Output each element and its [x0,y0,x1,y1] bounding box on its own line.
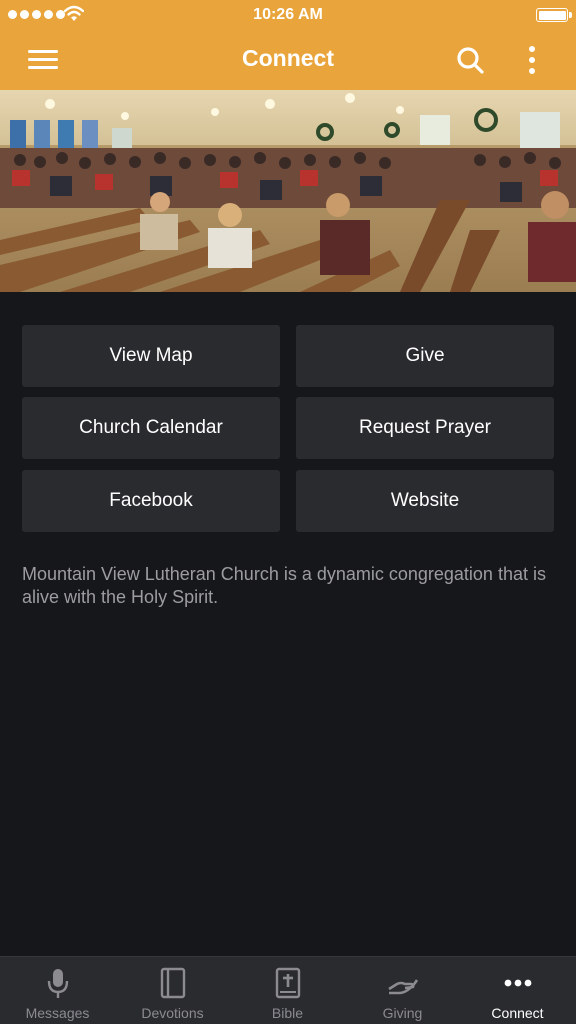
tab-label: Messages [25,1005,90,1021]
book-icon [160,967,185,999]
tab-label: Connect [491,1005,544,1021]
tab-bible[interactable]: Bible [230,957,345,1024]
more-dots-icon [504,979,531,987]
request-prayer-button[interactable]: Request Prayer [296,397,554,459]
church-calendar-button[interactable]: Church Calendar [22,397,280,459]
tab-giving[interactable]: Giving [345,957,460,1024]
microphone-icon [47,969,68,998]
more-vertical-icon[interactable] [520,40,544,80]
bottom-tab-bar: Messages Devotions Bible Giving Connect [0,956,576,1024]
give-button[interactable]: Give [296,325,554,387]
tab-label: Giving [382,1005,423,1021]
menu-icon[interactable] [22,44,62,76]
tab-messages[interactable]: Messages [0,957,115,1024]
search-icon[interactable] [452,42,488,78]
status-time: 10:26 AM [253,6,323,23]
tab-connect[interactable]: Connect [460,957,575,1024]
church-congregation-photo [0,90,576,292]
battery-icon [536,8,572,22]
top-app-bar: Connect [0,30,576,90]
website-button[interactable]: Website [296,470,554,532]
app: 10:26 AM Connect View Map Give Church Ca… [0,0,576,1024]
tab-label: Devotions [141,1005,204,1021]
status-bar: 10:26 AM [0,0,576,30]
view-map-button[interactable]: View Map [22,325,280,387]
tab-label: Bible [271,1005,304,1021]
church-description: Mountain View Lutheran Church is a dynam… [22,564,546,607]
facebook-button[interactable]: Facebook [22,470,280,532]
giving-hand-icon [387,979,418,995]
bible-icon [275,967,300,999]
page-title: Connect [242,45,334,71]
tab-devotions[interactable]: Devotions [115,957,230,1024]
